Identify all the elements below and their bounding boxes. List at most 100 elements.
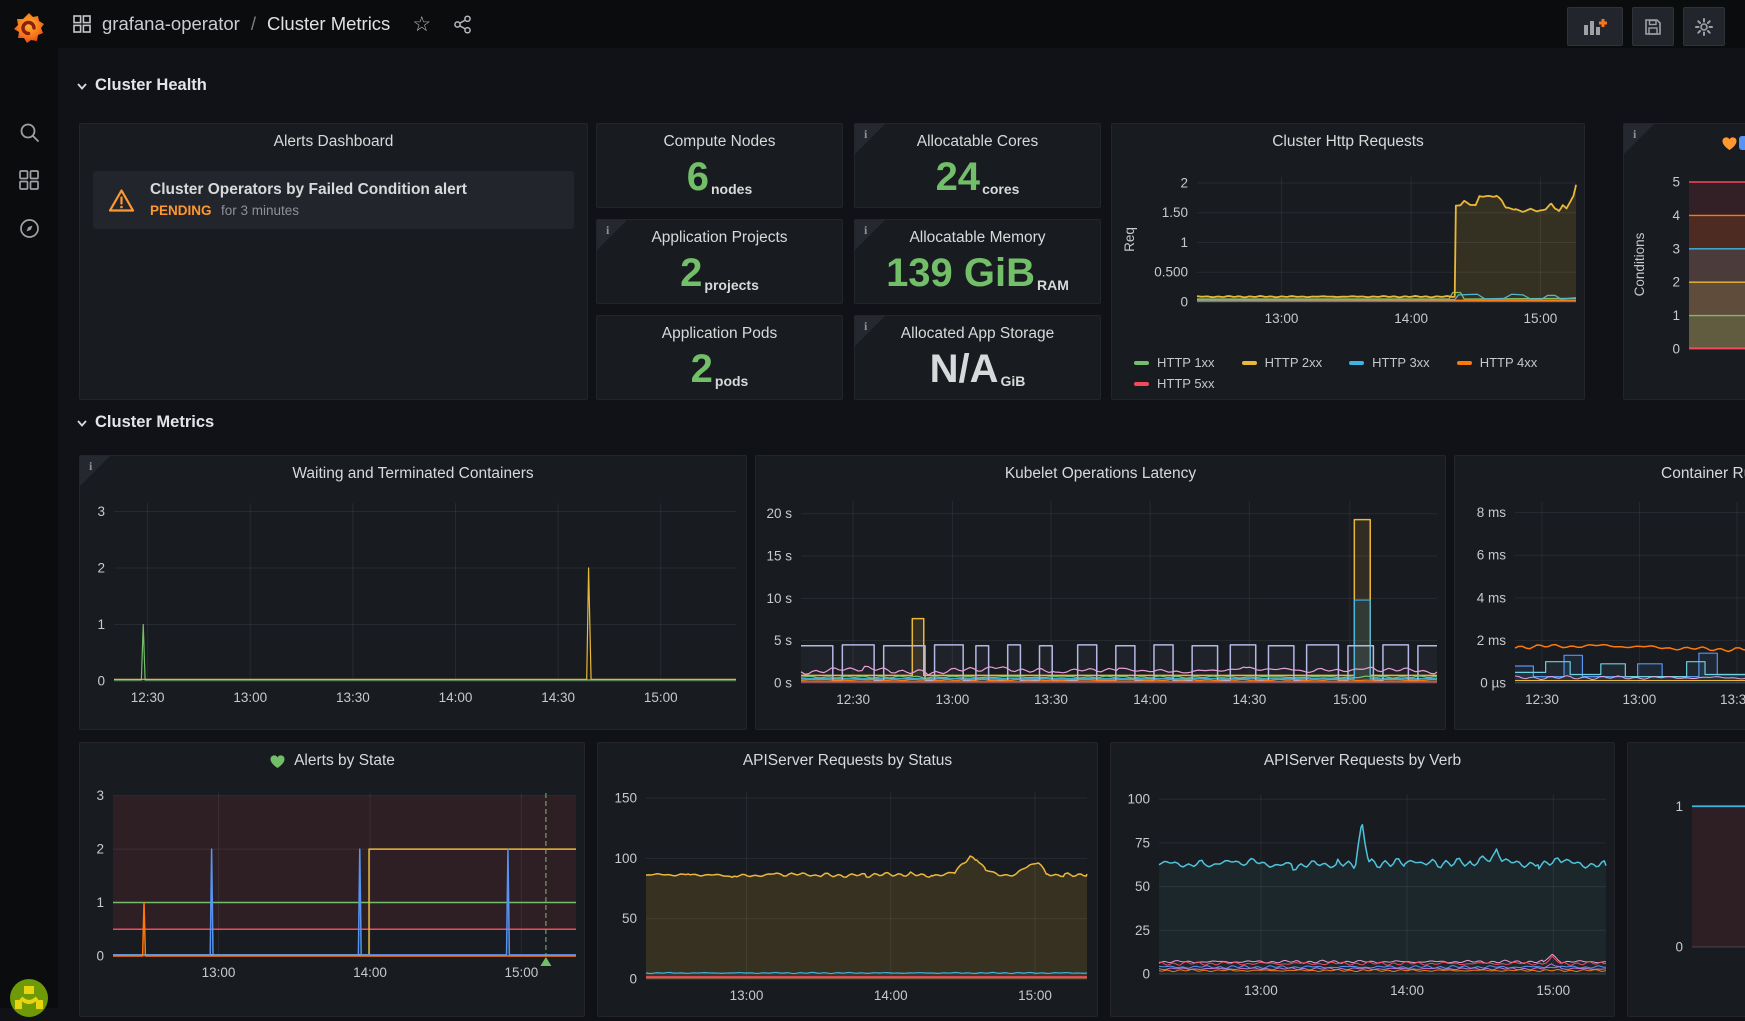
legend-label: HTTP 3xx xyxy=(1372,355,1430,370)
svg-text:15:00: 15:00 xyxy=(1333,692,1367,707)
chevron-down-icon xyxy=(76,417,88,429)
apiserver-verb-chart[interactable]: 13:0014:0015:000255075100 xyxy=(1111,743,1614,1016)
panel-waiting-terminated-containers: i Waiting and Terminated Containers 12:3… xyxy=(79,455,747,730)
svg-text:13:00: 13:00 xyxy=(730,988,764,1003)
chevron-down-icon xyxy=(76,80,88,92)
save-dashboard-button[interactable] xyxy=(1632,7,1674,46)
kubelet-latency-chart[interactable]: 12:3013:0013:3014:0014:3015:000 s5 s10 s… xyxy=(756,456,1445,729)
grafana-logo[interactable] xyxy=(0,6,58,50)
svg-text:13:00: 13:00 xyxy=(1244,983,1278,998)
panel-alerts-by-state: Alerts by State 13:0014:0015:000123 xyxy=(79,742,585,1017)
svg-text:13:30: 13:30 xyxy=(1720,692,1745,707)
legend-item[interactable]: HTTP 4xx xyxy=(1457,355,1538,370)
stat-title[interactable]: Compute Nodes xyxy=(663,133,775,151)
legend-swatch xyxy=(1134,361,1149,365)
user-avatar[interactable] xyxy=(9,978,49,1018)
waiting-terminated-chart[interactable]: 12:3013:0013:3014:0014:3015:000123 xyxy=(80,456,746,729)
svg-text:2 ms: 2 ms xyxy=(1477,633,1507,648)
sidebar xyxy=(0,0,58,1008)
panel-stat-allocatable-memory: i Allocatable Memory 139 GiB RAM xyxy=(854,219,1101,304)
panel-title-alerts-dashboard[interactable]: Alerts Dashboard xyxy=(80,124,587,160)
svg-text:3: 3 xyxy=(97,504,105,519)
panel-partial-bottom-right: 01 xyxy=(1627,742,1745,1017)
breadcrumb-folder[interactable]: grafana-operator xyxy=(102,13,240,35)
alert-name: Cluster Operators by Failed Condition al… xyxy=(150,181,467,199)
svg-text:14:00: 14:00 xyxy=(353,965,387,980)
share-button[interactable] xyxy=(453,15,472,34)
alert-list-item[interactable]: Cluster Operators by Failed Condition al… xyxy=(93,171,574,229)
legend-item[interactable]: HTTP 5xx xyxy=(1134,376,1215,391)
chart-legend: HTTP 1xx HTTP 2xx HTTP 3xx HTTP 4xx HTTP 5xx xyxy=(1134,355,1564,391)
star-button[interactable]: ☆ xyxy=(412,12,431,37)
section-cluster-health[interactable]: Cluster Health xyxy=(76,76,207,95)
svg-text:1: 1 xyxy=(1672,308,1680,323)
sidebar-item-dashboards[interactable] xyxy=(0,160,58,200)
svg-text:3: 3 xyxy=(1672,241,1680,256)
stat-value: N/A GiB xyxy=(930,343,1026,399)
svg-text:0: 0 xyxy=(1142,967,1150,982)
panel-cluster-operators-conditions: i 012345Conditions xyxy=(1623,123,1745,400)
svg-text:10 s: 10 s xyxy=(766,591,792,606)
avatar-icon xyxy=(9,978,49,1018)
panel-info-corner[interactable] xyxy=(855,316,885,346)
breadcrumb-page[interactable]: Cluster Metrics xyxy=(267,13,390,35)
section-cluster-metrics[interactable]: Cluster Metrics xyxy=(76,413,214,432)
legend-item[interactable]: HTTP 2xx xyxy=(1242,355,1323,370)
alert-state-badge: PENDING xyxy=(150,203,212,218)
dashboard-apps-icon[interactable] xyxy=(72,14,92,34)
svg-text:13:00: 13:00 xyxy=(935,692,969,707)
svg-text:50: 50 xyxy=(622,911,637,926)
legend-label: HTTP 1xx xyxy=(1157,355,1215,370)
svg-text:14:00: 14:00 xyxy=(1394,311,1428,326)
svg-text:1: 1 xyxy=(97,617,105,632)
alerts-by-state-chart[interactable]: 13:0014:0015:000123 xyxy=(80,743,584,1016)
svg-text:12:30: 12:30 xyxy=(836,692,870,707)
conditions-chart[interactable]: 012345Conditions xyxy=(1624,124,1745,399)
legend-swatch xyxy=(1349,361,1364,365)
stat-title[interactable]: Application Projects xyxy=(651,229,787,247)
share-icon xyxy=(453,15,472,34)
svg-text:13:00: 13:00 xyxy=(1265,311,1299,326)
legend-item[interactable]: HTTP 1xx xyxy=(1134,355,1215,370)
container-runtime-chart[interactable]: 12:3013:0013:3014:0014:3015:000 µs2 ms4 … xyxy=(1455,456,1745,729)
legend-item[interactable]: HTTP 3xx xyxy=(1349,355,1430,370)
partial-bottom-chart[interactable]: 01 xyxy=(1628,743,1745,1016)
legend-swatch xyxy=(1457,361,1472,365)
svg-text:12:30: 12:30 xyxy=(131,690,165,705)
svg-text:15:00: 15:00 xyxy=(1536,983,1570,998)
svg-text:100: 100 xyxy=(614,851,637,866)
stat-title[interactable]: Allocatable Cores xyxy=(917,133,1038,151)
svg-text:20 s: 20 s xyxy=(766,506,792,521)
stat-title[interactable]: Allocatable Memory xyxy=(909,229,1045,247)
svg-text:14:00: 14:00 xyxy=(1133,692,1167,707)
dashboard-settings-button[interactable] xyxy=(1683,7,1725,46)
panel-alerts-dashboard: Alerts Dashboard Cluster Operators by Fa… xyxy=(79,123,588,400)
svg-text:4: 4 xyxy=(1672,208,1680,223)
apiserver-status-chart[interactable]: 13:0014:0015:00050100150 xyxy=(598,743,1097,1016)
svg-text:0: 0 xyxy=(97,674,105,689)
panel-stat-allocated-app-storage: i Allocated App Storage N/A GiB xyxy=(854,315,1101,400)
sidebar-item-search[interactable] xyxy=(0,112,58,152)
svg-text:1: 1 xyxy=(1180,235,1188,250)
svg-text:25: 25 xyxy=(1135,923,1150,938)
panel-info-corner[interactable] xyxy=(597,220,627,250)
panel-cluster-http-requests: Cluster Http Requests 13:0014:0015:0000.… xyxy=(1111,123,1585,400)
stat-value: 24 cores xyxy=(936,151,1020,207)
svg-text:75: 75 xyxy=(1135,835,1150,850)
panel-info-corner[interactable] xyxy=(855,220,885,250)
svg-text:6 ms: 6 ms xyxy=(1477,548,1507,563)
panel-apiserver-requests-by-status: APIServer Requests by Status 13:0014:001… xyxy=(597,742,1098,1017)
save-icon xyxy=(1643,17,1663,37)
stat-title[interactable]: Application Pods xyxy=(662,325,777,343)
stat-value: 6 nodes xyxy=(687,151,752,207)
grafana-logo-icon xyxy=(12,11,46,45)
panel-kubelet-operations-latency: Kubelet Operations Latency 12:3013:0013:… xyxy=(755,455,1446,730)
stat-title[interactable]: Allocated App Storage xyxy=(901,325,1054,343)
add-panel-button[interactable] xyxy=(1567,7,1623,46)
explore-compass-icon xyxy=(18,217,41,240)
svg-text:15:00: 15:00 xyxy=(1018,988,1052,1003)
sidebar-item-explore[interactable] xyxy=(0,208,58,248)
svg-text:14:00: 14:00 xyxy=(1390,983,1424,998)
svg-text:1: 1 xyxy=(96,895,104,910)
panel-info-corner[interactable] xyxy=(855,124,885,154)
